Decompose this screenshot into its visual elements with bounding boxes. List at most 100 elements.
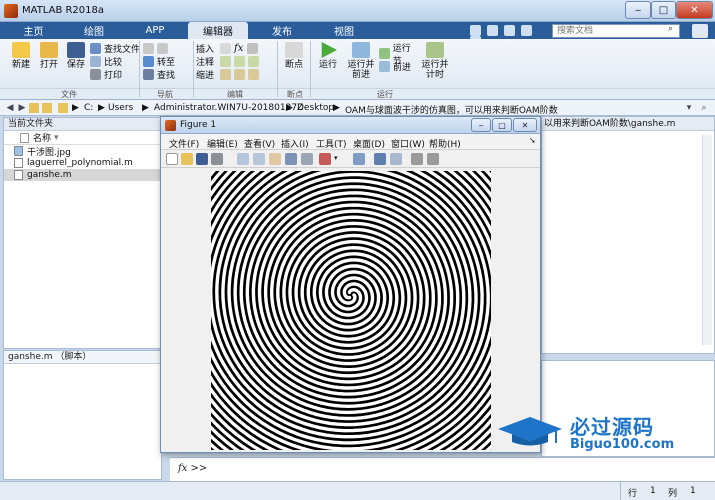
legend-icon[interactable]: [390, 153, 402, 165]
copy-icon[interactable]: [503, 25, 515, 36]
back-arrow-icon[interactable]: [143, 43, 154, 54]
wrap-comments-icon[interactable]: [248, 56, 260, 67]
menu-view[interactable]: 查看(V): [244, 137, 275, 150]
figure-close-button[interactable]: ✕: [513, 118, 537, 132]
indent-label[interactable]: 缩进: [196, 68, 214, 81]
minimize-button[interactable]: ‒: [625, 1, 651, 19]
tab-home[interactable]: 主页: [6, 22, 61, 39]
save-icon[interactable]: [470, 25, 481, 36]
menu-file[interactable]: 文件(F): [169, 137, 199, 150]
comment-label[interactable]: 注释: [196, 55, 214, 68]
editor-panel: 以用来判断OAM阶数\ganshe.m: [541, 116, 715, 354]
forward-icon[interactable]: ▶: [17, 103, 27, 113]
address-dropdown-icon[interactable]: ▾: [684, 103, 694, 113]
graduation-cap-icon: [494, 415, 564, 447]
file-item-selected[interactable]: ganshe.m: [4, 169, 161, 181]
menu-desktop[interactable]: 桌面(D): [353, 137, 385, 150]
tab-editor[interactable]: 编辑器: [188, 22, 248, 39]
run-and-time-button[interactable]: 运行并 计时: [420, 42, 450, 80]
open-label: 打开: [39, 60, 58, 70]
search-docs-input[interactable]: 搜索文档: [552, 24, 680, 38]
status-col-label: 列: [668, 489, 678, 499]
smart-indent-icon[interactable]: [220, 69, 232, 80]
menu-help[interactable]: 帮助(H): [429, 137, 461, 150]
brush-icon[interactable]: [319, 153, 331, 165]
figure-maximize-button[interactable]: □: [492, 118, 512, 132]
current-folder-panel: 当前文件夹 名称 ▾ 干涉图.jpg laguerrel_polynomial.…: [3, 117, 162, 349]
browse-folder-icon[interactable]: [42, 103, 52, 113]
ribbon-tabbar: 主页 绘图 APP 编辑器 发布 视图 搜索文档 ⌕: [0, 22, 715, 47]
breadcrumb-user[interactable]: Administrator.WIN7U-20180127Z: [154, 103, 303, 113]
close-button[interactable]: ✕: [676, 1, 713, 19]
zoom-out-icon[interactable]: [253, 153, 265, 165]
menu-tools[interactable]: 工具(T): [316, 137, 347, 150]
breadcrumb-drive[interactable]: C:: [84, 103, 93, 113]
compare-button[interactable]: 比较: [90, 55, 140, 68]
increase-indent-icon[interactable]: [234, 69, 246, 80]
save-file-button[interactable]: 保存: [63, 42, 89, 70]
name-column-header[interactable]: 名称 ▾: [4, 131, 161, 145]
save-figure-icon[interactable]: [196, 153, 208, 165]
breadcrumb-users[interactable]: Users: [108, 103, 133, 113]
file-item[interactable]: laguerrel_polynomial.m: [4, 157, 161, 169]
paste-icon[interactable]: [520, 25, 532, 36]
up-folder-icon[interactable]: [29, 103, 39, 113]
breadcrumb-folder[interactable]: OAM与球面波干涉的仿真图，可以用来判断OAM阶数: [345, 103, 558, 116]
current-folder-icon[interactable]: [58, 103, 68, 113]
zoom-in-icon[interactable]: [237, 153, 249, 165]
insert-label[interactable]: 插入: [196, 42, 214, 55]
command-window[interactable]: fx >>: [170, 457, 715, 481]
data-cursor-icon[interactable]: [301, 153, 313, 165]
goto-button[interactable]: 转至: [143, 55, 191, 68]
new-figure-icon[interactable]: [166, 153, 178, 165]
address-search-icon[interactable]: ⌕: [699, 103, 709, 113]
run-section-button[interactable]: 运行节: [379, 44, 419, 67]
tab-view[interactable]: 视图: [316, 22, 372, 39]
print-button[interactable]: 打印: [90, 68, 140, 81]
status-row-label: 行: [628, 489, 638, 499]
open-file-icon[interactable]: [181, 153, 193, 165]
insert-menu-icon[interactable]: [247, 43, 259, 54]
tab-plots[interactable]: 绘图: [65, 22, 123, 39]
new-button[interactable]: 新建: [8, 42, 34, 70]
run-button[interactable]: 运行: [315, 42, 341, 70]
file-item[interactable]: 干涉图.jpg: [4, 145, 161, 158]
back-icon[interactable]: ◀: [5, 103, 15, 113]
show-plot-tools-icon[interactable]: [427, 153, 439, 165]
print-figure-icon[interactable]: [211, 153, 223, 165]
forward-arrow-icon[interactable]: [157, 43, 168, 54]
rotate-3d-icon[interactable]: [285, 153, 297, 165]
cut-icon[interactable]: [486, 25, 498, 36]
comment-icon[interactable]: [220, 56, 232, 67]
link-plot-icon[interactable]: [353, 153, 365, 165]
find-button[interactable]: 查找: [143, 68, 191, 81]
open-button[interactable]: 打开: [36, 42, 62, 70]
find-files-button[interactable]: 查找文件: [90, 42, 140, 55]
hide-plot-tools-icon[interactable]: [411, 153, 423, 165]
watermark-url: Biguo100.com: [570, 437, 675, 452]
brush-dropdown-icon[interactable]: ▾: [334, 154, 338, 162]
menubar-dock-icon[interactable]: ➘: [529, 136, 536, 145]
uncomment-icon[interactable]: [234, 56, 246, 67]
pan-hand-icon[interactable]: [269, 153, 281, 165]
tab-publish[interactable]: 发布: [253, 22, 311, 39]
menu-window[interactable]: 窗口(W): [391, 137, 425, 150]
breadcrumb-desktop[interactable]: Desktop: [297, 103, 334, 113]
menu-edit[interactable]: 编辑(E): [207, 137, 238, 150]
figure-minimize-button[interactable]: ‒: [471, 118, 491, 132]
maximize-button[interactable]: □: [651, 1, 676, 19]
search-icon[interactable]: ⌕: [668, 24, 673, 34]
figure-axes[interactable]: [211, 171, 491, 450]
colorbar-icon[interactable]: [374, 153, 386, 165]
run-and-advance-button[interactable]: 运行并 前进: [346, 42, 376, 80]
insert-section-icon[interactable]: [220, 43, 232, 54]
breakpoints-button[interactable]: 断点: [281, 42, 307, 70]
menu-insert[interactable]: 插入(I): [281, 137, 309, 150]
fx-icon[interactable]: fx: [234, 43, 243, 54]
decrease-indent-icon[interactable]: [248, 69, 260, 80]
editor-scrollbar[interactable]: [702, 135, 712, 345]
goto-icon: [143, 56, 154, 67]
ribbon-collapse-icon[interactable]: [692, 24, 708, 38]
current-folder-title: 当前文件夹: [4, 118, 161, 131]
tab-apps[interactable]: APP: [127, 22, 183, 39]
